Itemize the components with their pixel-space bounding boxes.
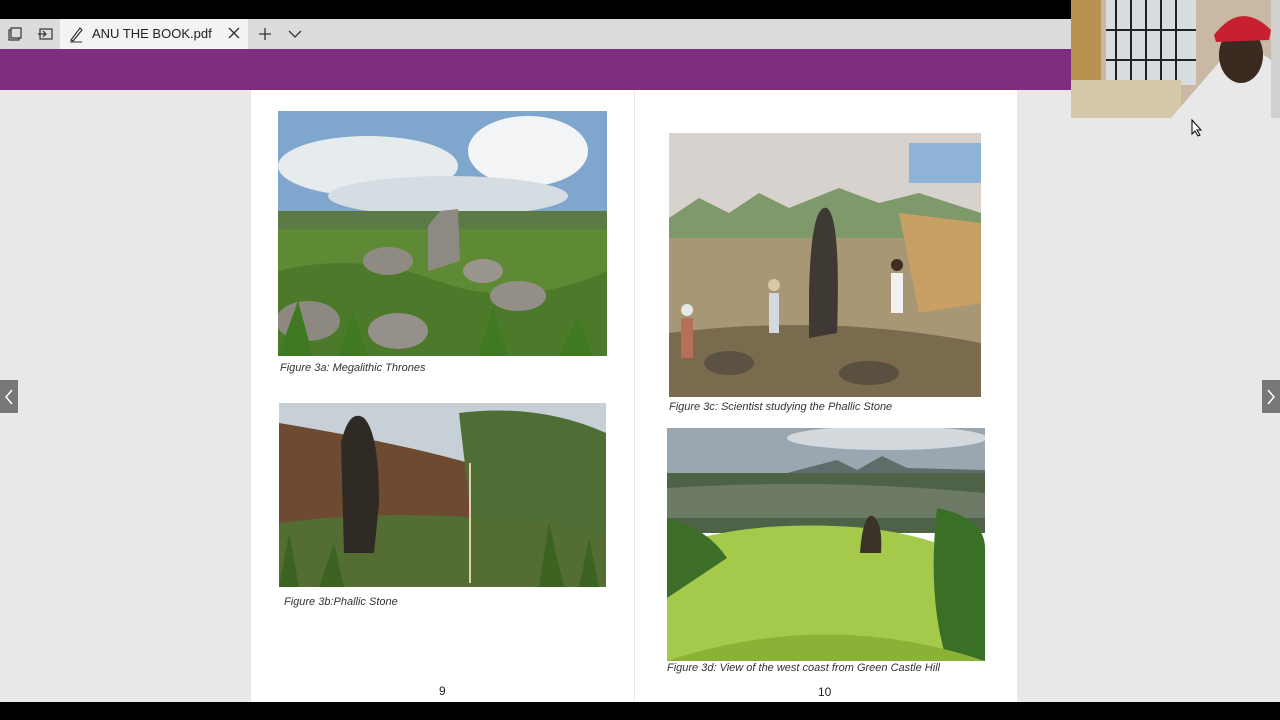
figure-caption: Figure 3d: View of the west coast from G… <box>667 662 941 674</box>
page-number: 10 <box>818 685 832 699</box>
tab-active[interactable]: ANU THE BOOK.pdf <box>60 19 248 49</box>
figure-caption: Figure 3a: Megalithic Thrones <box>280 362 426 374</box>
tab-actions-icon[interactable] <box>0 19 30 49</box>
pdf-viewer[interactable]: Figure 3a: Megalithic Thrones Figure 3b:… <box>0 90 1280 702</box>
close-icon[interactable] <box>226 25 242 41</box>
pdf-page-10: Figure 3c: Scientist studying the Phalli… <box>635 90 1017 702</box>
figure-caption: Figure 3c: Scientist studying the Phalli… <box>669 401 893 413</box>
pen-icon <box>70 27 83 43</box>
chevron-right-icon[interactable] <box>1262 380 1280 413</box>
pdf-page-9: Figure 3a: Megalithic Thrones Figure 3b:… <box>251 90 634 702</box>
plus-icon[interactable] <box>250 19 280 49</box>
figure-3d-image <box>667 428 985 661</box>
figure-3c-image <box>669 133 981 397</box>
chevron-down-icon[interactable] <box>280 19 310 49</box>
chevron-left-icon[interactable] <box>0 380 18 413</box>
bottom-black-bar <box>0 702 1280 720</box>
mouse-cursor-icon <box>1191 119 1203 137</box>
tab-title: ANU THE BOOK.pdf <box>92 26 212 41</box>
figure-3a-image <box>278 111 607 356</box>
page-number: 9 <box>439 684 446 698</box>
figure-3b-image <box>279 403 606 587</box>
set-aside-tabs-icon[interactable] <box>30 19 60 49</box>
webcam-overlay <box>1071 0 1280 118</box>
figure-caption: Figure 3b:Phallic Stone <box>284 596 398 608</box>
